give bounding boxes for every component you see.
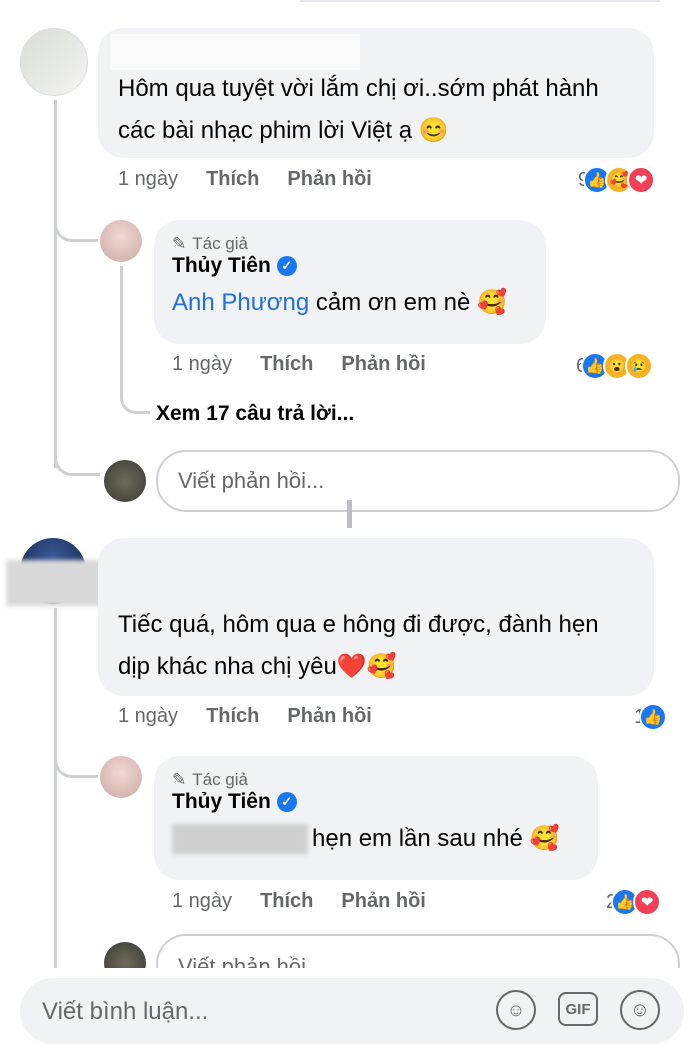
reply-bubble: ✎ Tác giả Thủy Tiên ✓ Anh Phương cảm ơn em… <box>154 220 546 344</box>
verified-badge-icon: ✓ <box>276 256 297 276</box>
author-tag: ✎ Tác giả <box>172 770 248 789</box>
thread-branch <box>54 440 100 476</box>
reply-button[interactable]: Phản hồi <box>341 890 425 913</box>
reply-text: Anh Phương cảm ơn em nè 🥰 <box>172 289 507 316</box>
reaction-summary[interactable]: 2 👍 ❤ <box>606 888 662 916</box>
view-more-replies[interactable]: Xem 17 câu trả lời... <box>156 402 354 426</box>
like-button[interactable]: Thích <box>206 168 259 191</box>
thread-branch <box>54 206 98 242</box>
verified-badge-icon: ✓ <box>276 792 297 812</box>
comment-actions: 1 ngày Thích Phản hồi <box>118 168 400 191</box>
commenter-avatar[interactable] <box>20 28 88 96</box>
reply-time[interactable]: 1 ngày <box>172 353 232 376</box>
thread-line <box>54 100 57 468</box>
comment-bubble: Tiếc quá, hôm qua e hông đi được, đành h… <box>98 538 654 696</box>
user-avatar <box>104 460 146 502</box>
reply-time[interactable]: 1 ngày <box>172 890 232 913</box>
thread-branch <box>54 744 98 778</box>
author-avatar[interactable] <box>100 756 142 798</box>
like-button[interactable]: Thích <box>260 890 313 913</box>
love-reaction-icon: ❤ <box>633 888 662 916</box>
comment-actions: 1 ngày Thích Phản hồi <box>118 705 400 728</box>
author-name[interactable]: Thủy Tiên ✓ <box>172 254 528 278</box>
comment-bubble: Hôm qua tuyệt vời lắm chị ơi..sớm phát h… <box>98 28 654 158</box>
author-avatar[interactable] <box>100 220 142 262</box>
redacted-mention <box>172 824 308 854</box>
comment-placeholder: Viết bình luận... <box>42 998 209 1025</box>
comment-text: Tiếc quá, hôm qua e hông đi được, đành h… <box>118 611 599 680</box>
like-button[interactable]: Thích <box>260 353 313 376</box>
reply-button[interactable]: Phản hồi <box>341 353 425 376</box>
author-tag: ✎ Tác giả <box>172 234 248 253</box>
comment-time[interactable]: 1 ngày <box>118 168 178 191</box>
reaction-summary[interactable]: 6 👍 😮 😢 <box>576 352 654 380</box>
top-divider <box>300 0 660 2</box>
comment-time[interactable]: 1 ngày <box>118 705 178 728</box>
scroll-handle[interactable] <box>347 500 352 528</box>
like-button[interactable]: Thích <box>206 705 259 728</box>
reply-bubble: ✎ Tác giả Thủy Tiên ✓ hẹn em lần sau nhé 🥰 <box>154 756 598 880</box>
reply-input[interactable]: Viết phản hồi... <box>156 450 680 512</box>
pencil-icon: ✎ <box>172 234 187 253</box>
pencil-icon: ✎ <box>172 770 187 789</box>
reply-button[interactable]: Phản hồi <box>287 705 371 728</box>
reply-button[interactable]: Phản hồi <box>287 168 371 191</box>
like-reaction-icon: 👍 <box>639 703 668 731</box>
love-reaction-icon: ❤ <box>627 166 656 194</box>
mention-link[interactable]: Anh Phương <box>172 289 309 316</box>
emoji-icon[interactable]: ☺ <box>620 990 660 1030</box>
reply-actions: 1 ngày Thích Phản hồi <box>172 353 454 376</box>
sad-reaction-icon: 😢 <box>625 352 654 380</box>
redacted-name <box>110 34 360 70</box>
author-name[interactable]: Thủy Tiên ✓ <box>172 790 580 814</box>
reaction-summary[interactable]: 9 👍 🥰 ❤ <box>578 166 656 194</box>
reply-actions: 1 ngày Thích Phản hồi <box>172 890 454 913</box>
gif-button[interactable]: GIF <box>558 992 598 1026</box>
thread-line <box>54 608 57 968</box>
reply-text: hẹn em lần sau nhé 🥰 <box>172 818 580 860</box>
comment-text: Hôm qua tuyệt vời lắm chị ơi..sớm phát h… <box>118 75 599 144</box>
reaction-summary[interactable]: 1 👍 <box>634 703 668 731</box>
sub-thread-line <box>120 266 150 414</box>
avatar-sticker-icon[interactable]: ☺ <box>496 990 536 1030</box>
